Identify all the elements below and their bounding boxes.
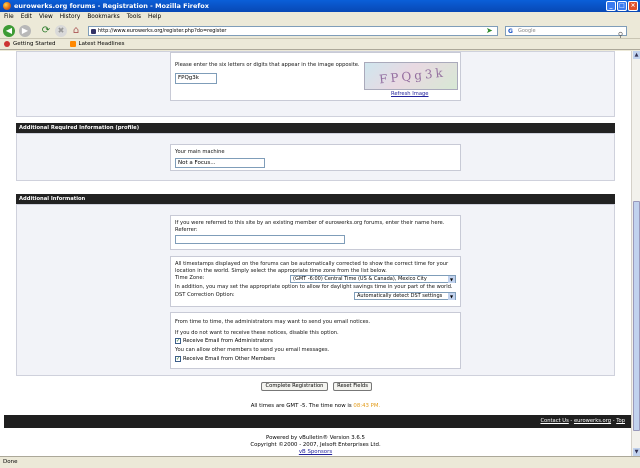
scrollbar-thumb[interactable] (633, 201, 640, 431)
back-icon[interactable]: ◀ (3, 25, 15, 37)
complete-registration-button[interactable]: Complete Registration (261, 382, 328, 391)
times-prefix: All times are GMT -5. The time now is (250, 403, 352, 409)
members-email-text: You can allow other members to send you … (175, 347, 330, 353)
member-email-checkbox[interactable]: ✓ Receive Email from Other Members (175, 356, 275, 362)
email-disable-text: If you do not want to receive these noti… (175, 330, 339, 336)
contact-us-link[interactable]: Contact Us (540, 418, 568, 424)
admin-email-checkbox[interactable]: ✓ Receive Email from Administrators (175, 338, 273, 344)
captcha-input[interactable]: FPQg3k (175, 73, 217, 84)
server-time: All times are GMT -5. The time now is 08… (0, 403, 631, 409)
vertical-scrollbar[interactable]: ▲ ▼ (631, 51, 640, 456)
top-link[interactable]: Top (616, 418, 625, 424)
sponsor-link[interactable]: vB Sponsors (0, 449, 631, 455)
dst-label: DST Correction Option: (175, 292, 235, 298)
dst-value: Automatically detect DST settings (357, 293, 443, 299)
referrer-input[interactable] (175, 235, 345, 244)
footer-links: Contact Us - eurowerks.org - Top (540, 418, 625, 424)
email-text: From time to time, the administrators ma… (175, 319, 371, 325)
bookmark-icon (4, 41, 10, 47)
home-icon[interactable]: ⌂ (70, 25, 82, 37)
referrer-text: If you were referred to this site by an … (175, 220, 445, 226)
bookmarks-toolbar: Getting Started Latest Headlines (0, 39, 640, 50)
dst-select[interactable]: Automatically detect DST settings ▼ (354, 292, 456, 300)
member-email-label: Receive Email from Other Members (183, 356, 276, 362)
menu-tools[interactable]: Tools (127, 12, 141, 23)
google-icon: G (508, 28, 513, 35)
reset-fields-button[interactable]: Reset Fields (333, 382, 372, 391)
chevron-down-icon: ▼ (448, 293, 455, 300)
go-icon[interactable]: ➤ (486, 26, 493, 36)
machine-label: Your main machine (175, 149, 225, 155)
checkmark-icon: ✓ (175, 338, 181, 344)
menu-file[interactable]: File (4, 12, 14, 23)
minimize-button[interactable]: _ (606, 1, 616, 11)
required-section-header: Additional Required Information (profile… (16, 123, 615, 133)
rss-icon (69, 41, 76, 47)
copyright: Copyright ©2000 - 2007, Jelsoft Enterpri… (250, 442, 381, 448)
window-title: eurowerks.org forums - Registration - Mo… (14, 2, 209, 10)
time-now: 08:43 PM. (353, 403, 381, 409)
menu-bar: File Edit View History Bookmarks Tools H… (0, 12, 640, 23)
refresh-image-link[interactable]: Refresh Image (391, 91, 429, 97)
footer-bar: Contact Us - eurowerks.org - Top (4, 415, 631, 428)
menu-view[interactable]: View (39, 12, 53, 23)
additional-section-panel: If you were referred to this site by an … (16, 204, 615, 376)
address-bar[interactable]: http://www.eurowerks.org/register.php?do… (88, 26, 498, 36)
address-url: http://www.eurowerks.org/register.php?do… (98, 28, 227, 34)
machine-input[interactable]: Not a Focus... (175, 158, 265, 168)
site-favicon-icon (91, 29, 96, 34)
checkmark-icon: ✓ (175, 356, 181, 362)
search-placeholder: Google (518, 28, 536, 34)
firefox-icon (3, 2, 11, 10)
close-button[interactable]: × (628, 1, 638, 11)
additional-section-header: Additional Information (16, 194, 615, 204)
captcha-image-text: FPQg3k (378, 65, 447, 87)
menu-help[interactable]: Help (148, 12, 161, 23)
bookmark-getting-started[interactable]: Getting Started (4, 39, 56, 49)
timezone-value: (GMT -6:00) Central Time (US & Canada), … (293, 276, 427, 282)
menu-bookmarks[interactable]: Bookmarks (87, 12, 119, 23)
timezone-select[interactable]: (GMT -6:00) Central Time (US & Canada), … (290, 275, 456, 283)
status-bar: Done (0, 456, 640, 468)
site-link[interactable]: eurowerks.org (574, 418, 611, 424)
admin-email-label: Receive Email from Administrators (183, 338, 273, 344)
maximize-button[interactable]: □ (617, 1, 627, 11)
captcha-panel: Please enter the six letters or digits t… (16, 51, 615, 117)
referrer-label: Referrer: (175, 227, 198, 233)
navigation-toolbar: ◀ ▶ ⟳ ✖ ⌂ http://www.eurowerks.org/regis… (0, 23, 640, 39)
chevron-down-icon: ▼ (448, 276, 455, 283)
search-input[interactable]: G Google ⚲ (505, 26, 627, 39)
page-viewport: Please enter the six letters or digits t… (0, 51, 631, 456)
powered-by: Powered by vBulletin® Version 3.6.5 (266, 435, 365, 441)
reload-icon[interactable]: ⟳ (40, 25, 52, 37)
forward-icon[interactable]: ▶ (19, 25, 31, 37)
scroll-up-icon[interactable]: ▲ (633, 51, 640, 59)
required-section-panel: Your main machine Not a Focus... (16, 133, 615, 181)
window-title-bar: eurowerks.org forums - Registration - Mo… (0, 0, 640, 12)
menu-history[interactable]: History (60, 12, 81, 23)
bookmark-latest-headlines[interactable]: Latest Headlines (69, 39, 125, 49)
menu-edit[interactable]: Edit (21, 12, 32, 23)
timezone-label: Time Zone: (175, 275, 205, 281)
captcha-instruction: Please enter the six letters or digits t… (175, 62, 360, 68)
captcha-image: FPQg3k (364, 62, 458, 90)
stop-icon[interactable]: ✖ (55, 25, 67, 37)
dst-text: In addition, you may set the appropriate… (175, 284, 453, 290)
bookmark-label: Getting Started (13, 40, 56, 47)
bookmark-label: Latest Headlines (78, 40, 125, 47)
timezone-text: All timestamps displayed on the forums c… (175, 261, 449, 274)
status-text: Done (3, 459, 18, 465)
scroll-down-icon[interactable]: ▼ (633, 448, 640, 456)
